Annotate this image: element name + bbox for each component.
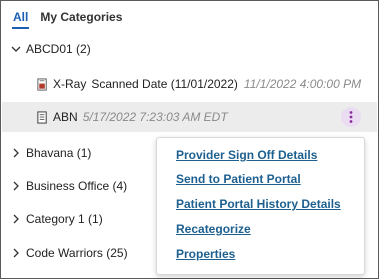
menu-item-provider-sign-off-details[interactable]: Provider Sign Off Details — [176, 148, 317, 162]
chevron-right-icon — [10, 147, 22, 159]
document-context-menu: Provider Sign Off Details Send to Patien… — [156, 137, 365, 275]
document-timestamp: 11/1/2022 4:00:00 PM — [243, 77, 362, 91]
tab-my-categories[interactable]: My Categories — [39, 10, 123, 29]
menu-item-properties[interactable]: Properties — [176, 247, 235, 261]
document-icon — [35, 110, 49, 124]
tree-group-label: Bhavana (1) — [26, 146, 92, 160]
menu-item-send-to-patient-portal[interactable]: Send to Patient Portal — [176, 172, 301, 186]
more-options-button[interactable] — [341, 107, 361, 127]
kebab-menu-icon — [349, 111, 353, 123]
document-description: Scanned Date (11/01/2022) — [91, 77, 238, 91]
menu-item-recategorize[interactable]: Recategorize — [176, 222, 251, 236]
document-type: X-Ray — [53, 77, 87, 91]
tab-all[interactable]: All — [12, 10, 30, 29]
tree-group-abcd01[interactable]: ABCD01 (2) — [10, 42, 377, 56]
tree-group-label: ABCD01 (2) — [26, 42, 91, 56]
chevron-right-icon — [10, 213, 22, 225]
tree-group-label: Code Warriors (25) — [26, 246, 128, 260]
document-row-abn[interactable]: ABN 5/17/2022 7:23:03 AM EDT — [2, 102, 377, 132]
category-tabs: All My Categories — [12, 10, 123, 30]
chevron-right-icon — [10, 180, 22, 192]
menu-item-patient-portal-history-details[interactable]: Patient Portal History Details — [176, 197, 341, 211]
tree-group-label: Category 1 (1) — [26, 212, 103, 226]
chevron-right-icon — [10, 247, 22, 259]
document-row-xray[interactable]: X-Ray Scanned Date (11/01/2022) 11/1/202… — [2, 75, 377, 93]
document-timestamp: 5/17/2022 7:23:03 AM EDT — [82, 110, 228, 124]
document-type: ABN — [53, 110, 78, 124]
xray-document-icon — [35, 77, 49, 91]
tree-group-label: Business Office (4) — [26, 179, 128, 193]
document-category-panel: All My Categories ABCD01 (2) X-Ray Scann… — [0, 0, 379, 279]
chevron-down-icon — [10, 43, 22, 55]
